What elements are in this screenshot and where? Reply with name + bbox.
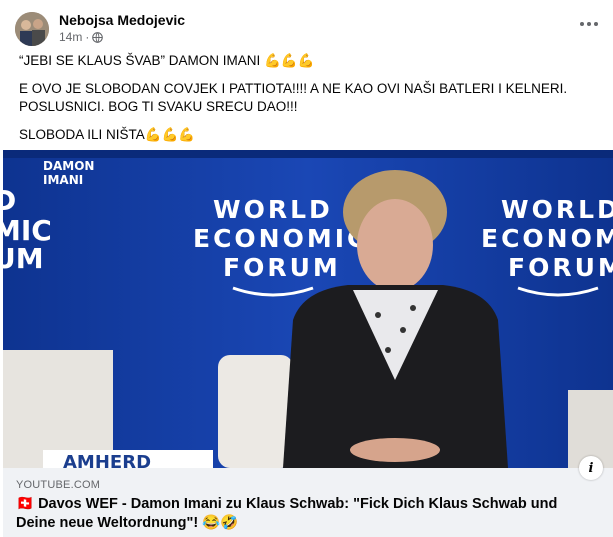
link-domain: YOUTUBE.COM	[16, 479, 101, 491]
post-header: Nebojsa Medojevic 14m ·	[15, 12, 600, 46]
author-avatar[interactable]	[15, 12, 49, 46]
more-options-icon[interactable]	[578, 16, 600, 32]
nameplate-text: AMHERD	[63, 452, 151, 468]
post-text-line-3: SLOBODA ILI NIŠTA💪💪💪	[19, 127, 196, 142]
svg-text:FORUM: FORUM	[508, 253, 613, 282]
info-icon[interactable]: i	[579, 456, 603, 480]
svg-text:D: D	[3, 184, 16, 217]
post-text-line-1: “JEBI SE KLAUS ŠVAB” DAMON IMANI 💪💪💪	[19, 53, 315, 68]
facebook-post: Nebojsa Medojevic 14m · “JEBI SE KLAUS Š…	[0, 0, 613, 537]
link-title[interactable]: 🇨🇭 Davos WEF - Damon Imani zu Klaus Schw…	[16, 495, 576, 533]
speaker-caption: DAMON	[43, 159, 94, 173]
post-text: “JEBI SE KLAUS ŠVAB” DAMON IMANI 💪💪💪 E O…	[19, 52, 599, 144]
author-name[interactable]: Nebojsa Medojevic	[59, 12, 185, 28]
post-time[interactable]: 14m	[59, 30, 82, 44]
svg-text:UM: UM	[3, 242, 44, 275]
video-thumbnail[interactable]: D MIC UM DAMON IMANI WORLD ECONOMIC FORU…	[3, 150, 613, 468]
meta-separator: ·	[85, 30, 90, 44]
wef-logo-line-3: FORUM	[223, 253, 341, 282]
speaker-caption-2: IMANI	[43, 173, 83, 187]
post-text-line-2: E OVO JE SLOBODAN COVJEK I PATTIOTA!!!! …	[19, 81, 568, 114]
svg-text:ECONOMIC: ECONOMIC	[481, 224, 613, 253]
svg-text:WORLD: WORLD	[501, 195, 613, 224]
wef-logo-line-1: WORLD	[213, 195, 333, 224]
globe-icon	[92, 31, 104, 43]
post-meta: 14m ·	[59, 30, 104, 44]
wef-logo-line-2: ECONOMIC	[193, 224, 368, 253]
link-preview[interactable]: i YOUTUBE.COM 🇨🇭 Davos WEF - Damon Imani…	[3, 456, 613, 537]
